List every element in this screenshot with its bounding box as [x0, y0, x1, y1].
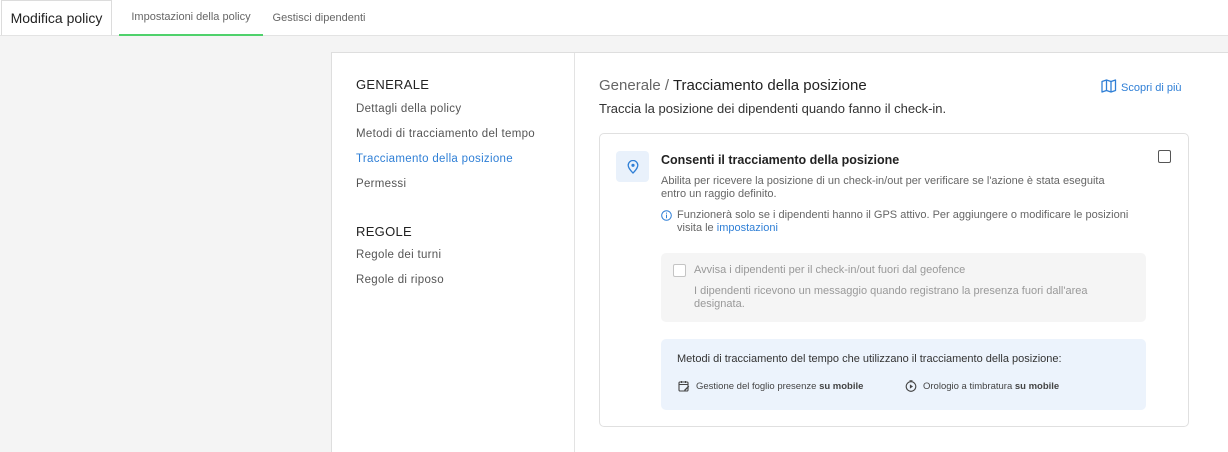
method-timesheet-label: Gestione del foglio presenze: [696, 380, 817, 392]
sidebar-item-rest-rules[interactable]: Regole di riposo: [356, 274, 444, 286]
info-icon: [661, 210, 672, 221]
method-time-clock-label: Orologio a timbratura: [923, 380, 1013, 392]
geofence-checkbox[interactable]: [673, 264, 686, 277]
book-map-icon: [1101, 79, 1117, 96]
sidebar-item-time-tracking-methods[interactable]: Metodi di tracciamento del tempo: [356, 128, 535, 140]
tracking-methods-box: Metodi di tracciamento del tempo che uti…: [661, 339, 1146, 410]
top-bar: Modifica policy Impostazioni della polic…: [0, 0, 1228, 36]
clock-play-icon: [905, 380, 917, 392]
geofence-title: Avvisa i dipendenti per il check-in/out …: [694, 264, 966, 276]
page-subtitle: Traccia la posizione dei dipendenti quan…: [599, 101, 947, 116]
geofence-description: I dipendenti ricevono un messaggio quand…: [694, 285, 1088, 310]
location-tracking-title: Consenti il tracciamento della posizione: [661, 153, 900, 167]
geofence-option: Avvisa i dipendenti per il check-in/out …: [661, 253, 1146, 322]
sidebar-section-general: GENERALE: [356, 77, 430, 92]
location-pin-icon: [627, 159, 638, 174]
method-timesheet-suffix: su mobile: [819, 380, 864, 392]
tab-policy-settings[interactable]: Impostazioni della policy: [119, 0, 263, 36]
settings-link[interactable]: impostazioni: [717, 222, 778, 234]
breadcrumb-current: Tracciamento della posizione: [672, 77, 867, 94]
method-timesheet: Gestione del foglio presenze su mobile: [678, 380, 863, 392]
page-title: Modifica policy: [1, 0, 112, 35]
breadcrumb: Generale / Tracciamento della posizione: [599, 77, 867, 94]
gps-info-note: Funzionerà solo se i dipendenti hanno il…: [661, 209, 1131, 235]
learn-more-link[interactable]: Scopri di più: [1101, 79, 1182, 96]
sidebar-item-permissions[interactable]: Permessi: [356, 178, 406, 190]
sidebar-section-rules: REGOLE: [356, 224, 412, 239]
sidebar-item-policy-details[interactable]: Dettagli della policy: [356, 103, 461, 115]
tab-manage-employees[interactable]: Gestisci dipendenti: [263, 0, 375, 36]
learn-more-label: Scopri di più: [1121, 81, 1182, 94]
method-time-clock: Orologio a timbratura su mobile: [905, 380, 1059, 392]
location-pin-icon-box: [616, 151, 649, 182]
method-time-clock-suffix: su mobile: [1014, 380, 1060, 392]
sidebar-item-location-tracking[interactable]: Tracciamento della posizione: [356, 153, 513, 165]
calendar-edit-icon: [678, 381, 690, 392]
location-tracking-checkbox[interactable]: [1158, 150, 1171, 163]
sidebar-item-shift-rules[interactable]: Regole dei turni: [356, 249, 441, 261]
tracking-methods-title: Metodi di tracciamento del tempo che uti…: [677, 353, 1062, 365]
settings-card: GENERALE Dettagli della policy Metodi di…: [331, 52, 1228, 452]
location-tracking-panel: Consenti il tracciamento della posizione…: [599, 133, 1189, 427]
settings-sidebar: GENERALE Dettagli della policy Metodi di…: [332, 53, 575, 452]
breadcrumb-parent[interactable]: Generale /: [599, 77, 669, 94]
location-tracking-description: Abilita per ricevere la posizione di un …: [661, 175, 1105, 200]
